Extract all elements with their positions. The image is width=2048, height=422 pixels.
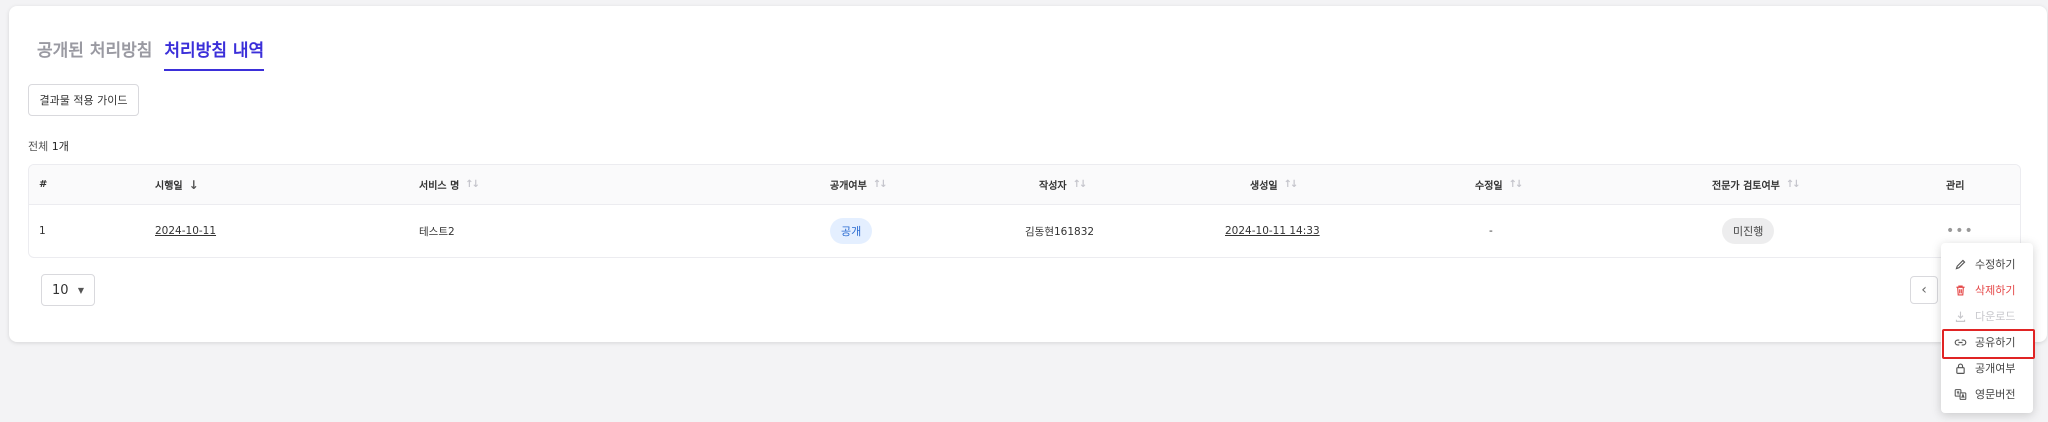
header-service-name-label: 서비스 명: [419, 181, 460, 192]
cell-modified: -: [1489, 225, 1493, 237]
header-author-label: 작성자: [1039, 181, 1067, 192]
cell-review: 미진행: [1722, 205, 1775, 257]
public-badge: 공개: [830, 218, 873, 244]
total-number: 1개: [51, 140, 69, 153]
table-header: # 시행일 ↓ 서비스 명 ↑↓ 공개여부 ↑↓ 작성자 ↑↓ 생성일 ↑↓ 수정일 ↑↓ …: [29, 165, 2020, 205]
cell-author: 김동현161832: [1025, 225, 1095, 238]
sort-icon[interactable]: ↑↓: [873, 179, 888, 190]
menu-item-edit[interactable]: 수정하기: [1941, 251, 2033, 277]
menu-item-label: 삭제하기: [1975, 284, 2016, 297]
header-modified-label: 수정일: [1475, 181, 1503, 192]
header-review[interactable]: 전문가 검토여부 ↑↓: [1712, 165, 1801, 204]
header-service-name[interactable]: 서비스 명 ↑↓: [419, 165, 480, 204]
more-options-icon[interactable]: •••: [1946, 223, 1974, 239]
caret-down-icon: ▼: [77, 285, 84, 295]
chevron-left-icon: ‹: [1921, 282, 1927, 298]
menu-item-label: 수정하기: [1975, 258, 2016, 271]
cell-public: 공개: [830, 205, 873, 257]
header-created-label: 생성일: [1250, 181, 1278, 192]
header-author[interactable]: 작성자 ↑↓: [1039, 165, 1088, 204]
download-icon: [1955, 311, 1966, 322]
menu-item-label: 영문버전: [1975, 388, 2016, 401]
header-public[interactable]: 공개여부 ↑↓: [830, 165, 888, 204]
header-effective-date[interactable]: 시행일 ↓: [155, 165, 199, 204]
sort-icon[interactable]: ↑↓: [1509, 179, 1524, 190]
lock-icon: [1956, 362, 1965, 374]
created-date-link[interactable]: 2024-10-11 14:33: [1225, 225, 1320, 237]
tab-policy-history[interactable]: 처리방침 내역: [164, 36, 265, 71]
menu-item-label: 공유하기: [1975, 336, 2016, 349]
cell-service-name: 테스트2: [419, 225, 455, 238]
header-manage: 관리: [1946, 165, 1964, 204]
page-size-select[interactable]: 10 ▼: [41, 274, 95, 306]
cell-effective-date[interactable]: 2024-10-11: [155, 205, 216, 257]
header-manage-label: 관리: [1946, 181, 1965, 192]
sort-icon[interactable]: ↑↓: [465, 179, 480, 190]
menu-item-label: 다운로드: [1975, 310, 2016, 323]
menu-item-share[interactable]: 공유하기: [1941, 329, 2035, 359]
translate-icon: [1954, 388, 1967, 400]
review-status-badge: 미진행: [1722, 218, 1775, 244]
result-guide-button[interactable]: 결과물 적용 가이드: [28, 84, 139, 116]
sort-icon[interactable]: ↑↓: [1284, 179, 1299, 190]
menu-item-label: 공개여부: [1975, 362, 2016, 375]
link-icon: [1954, 338, 1967, 346]
menu-item-visibility[interactable]: 공개여부: [1941, 355, 2033, 381]
header-review-label: 전문가 검토여부: [1712, 181, 1780, 192]
tab-bar: 공개된 처리방침 처리방침 내역: [37, 36, 265, 71]
header-public-label: 공개여부: [830, 181, 867, 192]
policy-table: # 시행일 ↓ 서비스 명 ↑↓ 공개여부 ↑↓ 작성자 ↑↓ 생성일 ↑↓ 수정일 ↑↓ …: [28, 164, 2021, 258]
cell-created[interactable]: 2024-10-11 14:33: [1225, 205, 1320, 257]
trash-icon: [1956, 284, 1965, 296]
header-effective-date-label: 시행일: [155, 181, 183, 192]
header-modified[interactable]: 수정일 ↑↓: [1475, 165, 1524, 204]
sort-icon[interactable]: ↑↓: [1073, 179, 1088, 190]
pencil-icon: [1955, 259, 1966, 269]
menu-item-english-version[interactable]: 영문버전: [1941, 381, 2033, 407]
menu-item-delete[interactable]: 삭제하기: [1941, 277, 2033, 303]
header-created[interactable]: 생성일 ↑↓: [1250, 165, 1299, 204]
tab-published-policy[interactable]: 공개된 처리방침: [37, 36, 152, 71]
header-number-label: #: [39, 179, 48, 190]
header-number: #: [39, 165, 47, 204]
sort-icon[interactable]: ↑↓: [1786, 179, 1801, 190]
menu-item-download[interactable]: 다운로드: [1941, 303, 2033, 329]
total-label: 전체: [28, 140, 49, 153]
cell-number: 1: [39, 225, 46, 237]
total-count: 전체 1개: [28, 138, 69, 154]
arrow-down-icon[interactable]: ↓: [189, 178, 199, 192]
prev-page-button[interactable]: ‹: [1910, 276, 1938, 304]
page-size-value: 10: [52, 282, 69, 298]
table-row: 1 2024-10-11 테스트2 공개 김동현161832 2024-10-1…: [29, 205, 2020, 257]
effective-date-link[interactable]: 2024-10-11: [155, 225, 216, 237]
row-context-menu: 수정하기 삭제하기 다운로드 공유하기 공개여부 영문버전: [1941, 243, 2035, 413]
